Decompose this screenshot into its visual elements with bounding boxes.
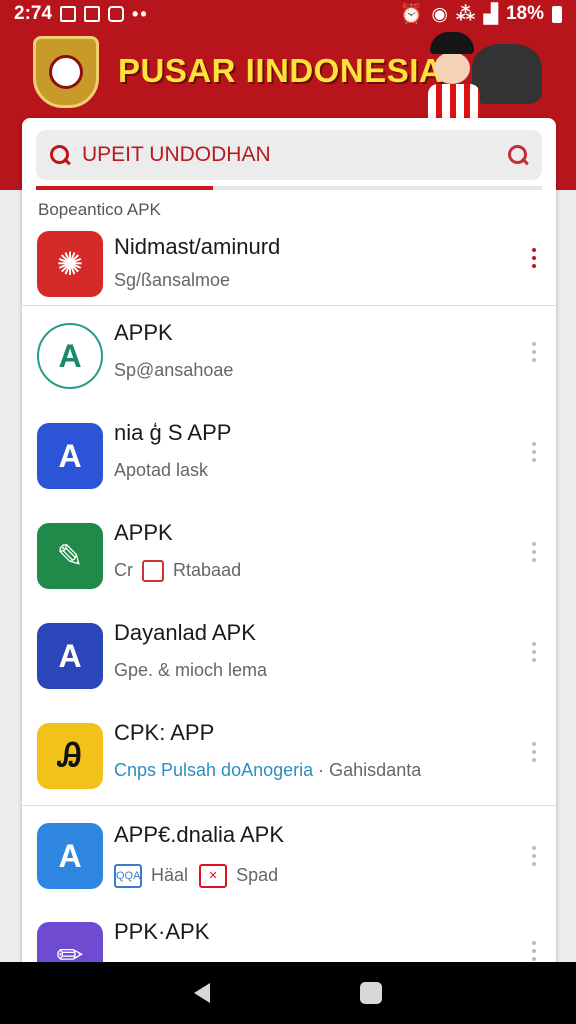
image-icon [60, 6, 77, 22]
list-item-subtitle-row: QQA Häal ✕ Spad [114, 864, 278, 888]
qqa-badge: QQA [114, 864, 142, 888]
loading-progress [36, 186, 542, 190]
list-item-subtitle: Sg/ßansalmoe [114, 270, 231, 290]
list-item-subtitle-tail: Spad [236, 864, 279, 885]
calendar-icon [84, 6, 101, 22]
list-item-title: Nidmast/aminurd [114, 234, 281, 259]
list-item[interactable]: ✺ Nidmast/aminurd Sg/ßansalmoe [22, 222, 556, 306]
list-item[interactable]: A Dayanlad APK Gpe. & mioch lema [22, 606, 556, 706]
alarm-icon: ⏰ [399, 4, 424, 25]
search-icon[interactable] [48, 143, 72, 167]
lock-icon [108, 6, 125, 22]
list-item[interactable]: A nia ģ S APP Apotad lask [22, 406, 556, 506]
more-options-icon[interactable] [532, 248, 538, 268]
signal-icon: ▟ [483, 3, 498, 25]
battery-icon [552, 5, 562, 23]
more-dots-icon: •• [132, 3, 149, 24]
list-item-title: nia ģ S APP [114, 420, 232, 445]
status-bar: 2:74 •• ⏰ ◉ ⁂ ▟ 18% [0, 0, 576, 28]
loading-progress-fill [36, 186, 214, 190]
app-title: PUSAR IINDONESIA [118, 52, 444, 89]
list-item-subtitle: Apotad lask [114, 460, 209, 480]
system-nav-bar [0, 962, 576, 1024]
list-item[interactable]: ✎ APPK Cr Rtabaad [22, 506, 556, 606]
list-item-subtitle: Häal [151, 864, 189, 885]
list-item-subtitle: Cnps Pulsah doAnogeria [114, 760, 314, 780]
list-item-title: Dayanlad APK [114, 620, 256, 645]
more-options-icon[interactable] [532, 442, 538, 462]
purple-pencil-icon: ✏ [37, 922, 103, 964]
search-submit-icon[interactable] [506, 143, 530, 167]
app-list: ✺ Nidmast/aminurd Sg/ßansalmoe A APPK Sp… [22, 222, 556, 964]
list-item-subtitle: Sp@ansahoae [114, 360, 234, 380]
close-box-icon: ✕ [199, 864, 228, 888]
more-options-icon[interactable] [532, 342, 538, 362]
list-item-subtitle-row: Cnps Pulsah doAnogeria · Gahisdanta [114, 760, 421, 781]
more-options-icon[interactable] [532, 941, 538, 961]
more-options-icon[interactable] [532, 642, 538, 662]
back-icon[interactable] [194, 983, 210, 1003]
list-item-subtitle: Gpe. & mioch lema [114, 660, 268, 680]
blue-a-doc-icon: A [37, 823, 103, 889]
green-pen-icon: ✎ [37, 523, 103, 589]
list-item[interactable]: ✏ PPK·APK [22, 905, 556, 964]
navy-a-icon: A [37, 623, 103, 689]
red-logo-icon: ✺ [37, 231, 103, 297]
mascot-illustration [422, 32, 552, 120]
list-item-subtitle: Rtabaad [173, 560, 242, 580]
more-options-icon[interactable] [532, 542, 538, 562]
list-item[interactable]: A APPK Sp@ansahoae [22, 306, 556, 406]
home-icon[interactable] [360, 982, 382, 1004]
vibrate-icon: ⁂ [455, 3, 476, 25]
list-item-title: APP€.dnalia APK [114, 822, 285, 847]
list-item[interactable]: A APP€.dnalia APK QQA Häal ✕ Spad [22, 805, 556, 905]
gift-icon [142, 560, 165, 583]
section-label: Bopeantico APK [38, 200, 161, 219]
green-a-circle-icon: A [37, 323, 103, 389]
search-bar[interactable]: UPEIT UNDODHAN [36, 130, 542, 180]
list-item-subtitle-prefix: Cr [114, 560, 133, 580]
app-list-card: UPEIT UNDODHAN Bopeantico APK ✺ Nidmast/… [22, 118, 556, 964]
list-item[interactable]: Ꭿ CPK: APP Cnps Pulsah doAnogeria · Gahi… [22, 706, 556, 806]
more-options-icon[interactable] [532, 742, 538, 762]
list-item-title: APPK [114, 320, 173, 345]
garuda-emblem-icon [33, 36, 99, 108]
list-item-subtitle-tail: · Gahisdanta [318, 760, 422, 780]
clock: 2:74 [14, 3, 53, 24]
wifi-icon: ◉ [431, 3, 448, 25]
list-item-subtitle-row: Cr Rtabaad [114, 560, 242, 583]
list-item-title: APPK [114, 520, 173, 545]
yellow-scribble-icon: Ꭿ [37, 723, 103, 789]
blue-a-icon: A [37, 423, 103, 489]
battery-percent: 18% [505, 3, 544, 24]
more-options-icon[interactable] [532, 846, 538, 866]
list-item-title: PPK·APK [114, 919, 210, 944]
search-input[interactable]: UPEIT UNDODHAN [82, 143, 506, 167]
list-item-title: CPK: APP [114, 720, 215, 745]
